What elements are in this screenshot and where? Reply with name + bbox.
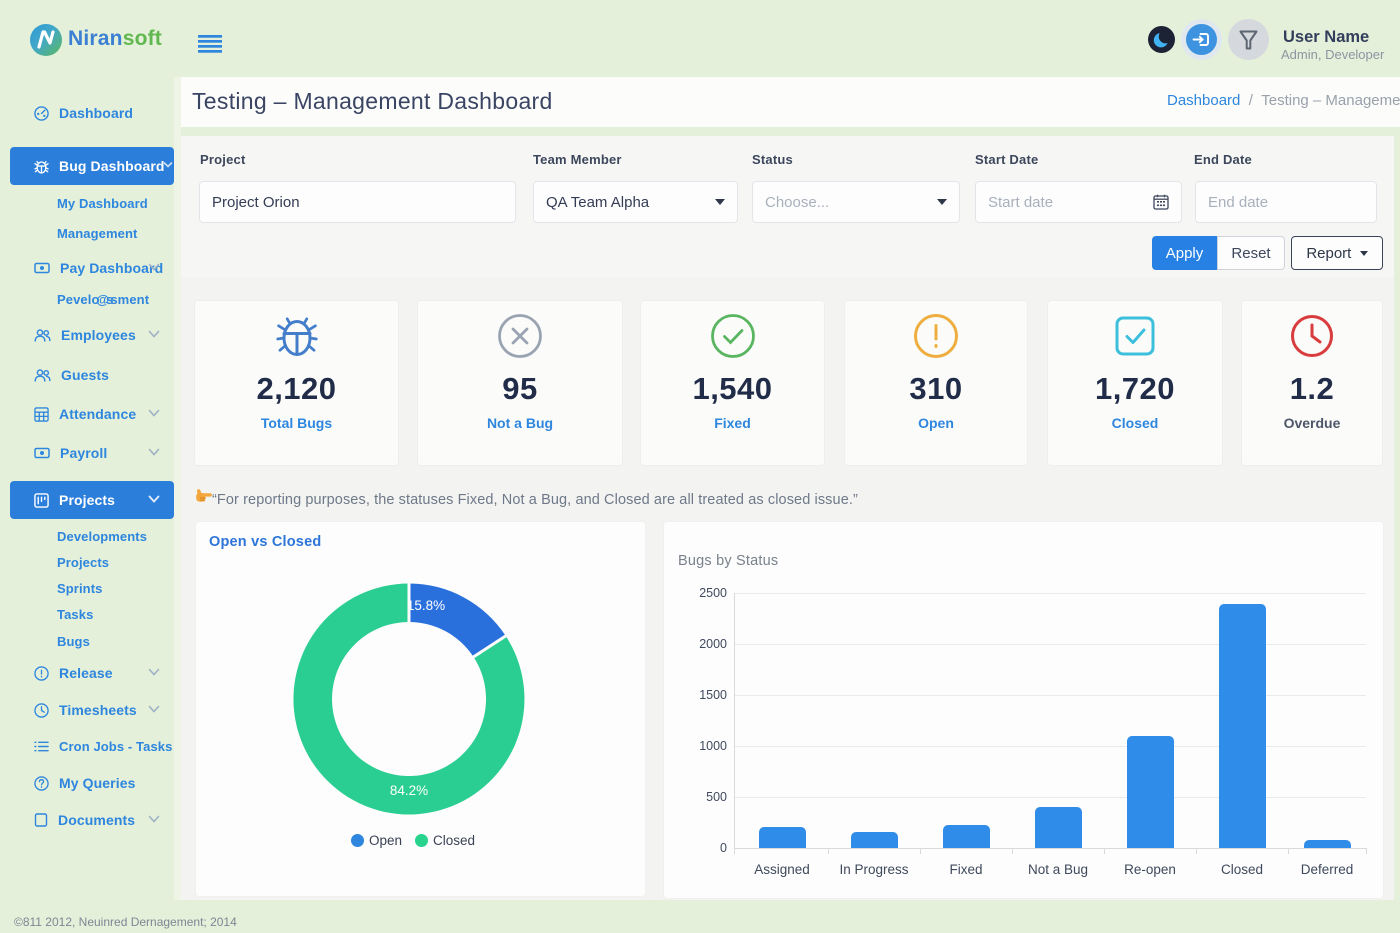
svg-text:15.8%: 15.8% xyxy=(407,598,445,613)
svg-text:84.2%: 84.2% xyxy=(390,783,428,798)
